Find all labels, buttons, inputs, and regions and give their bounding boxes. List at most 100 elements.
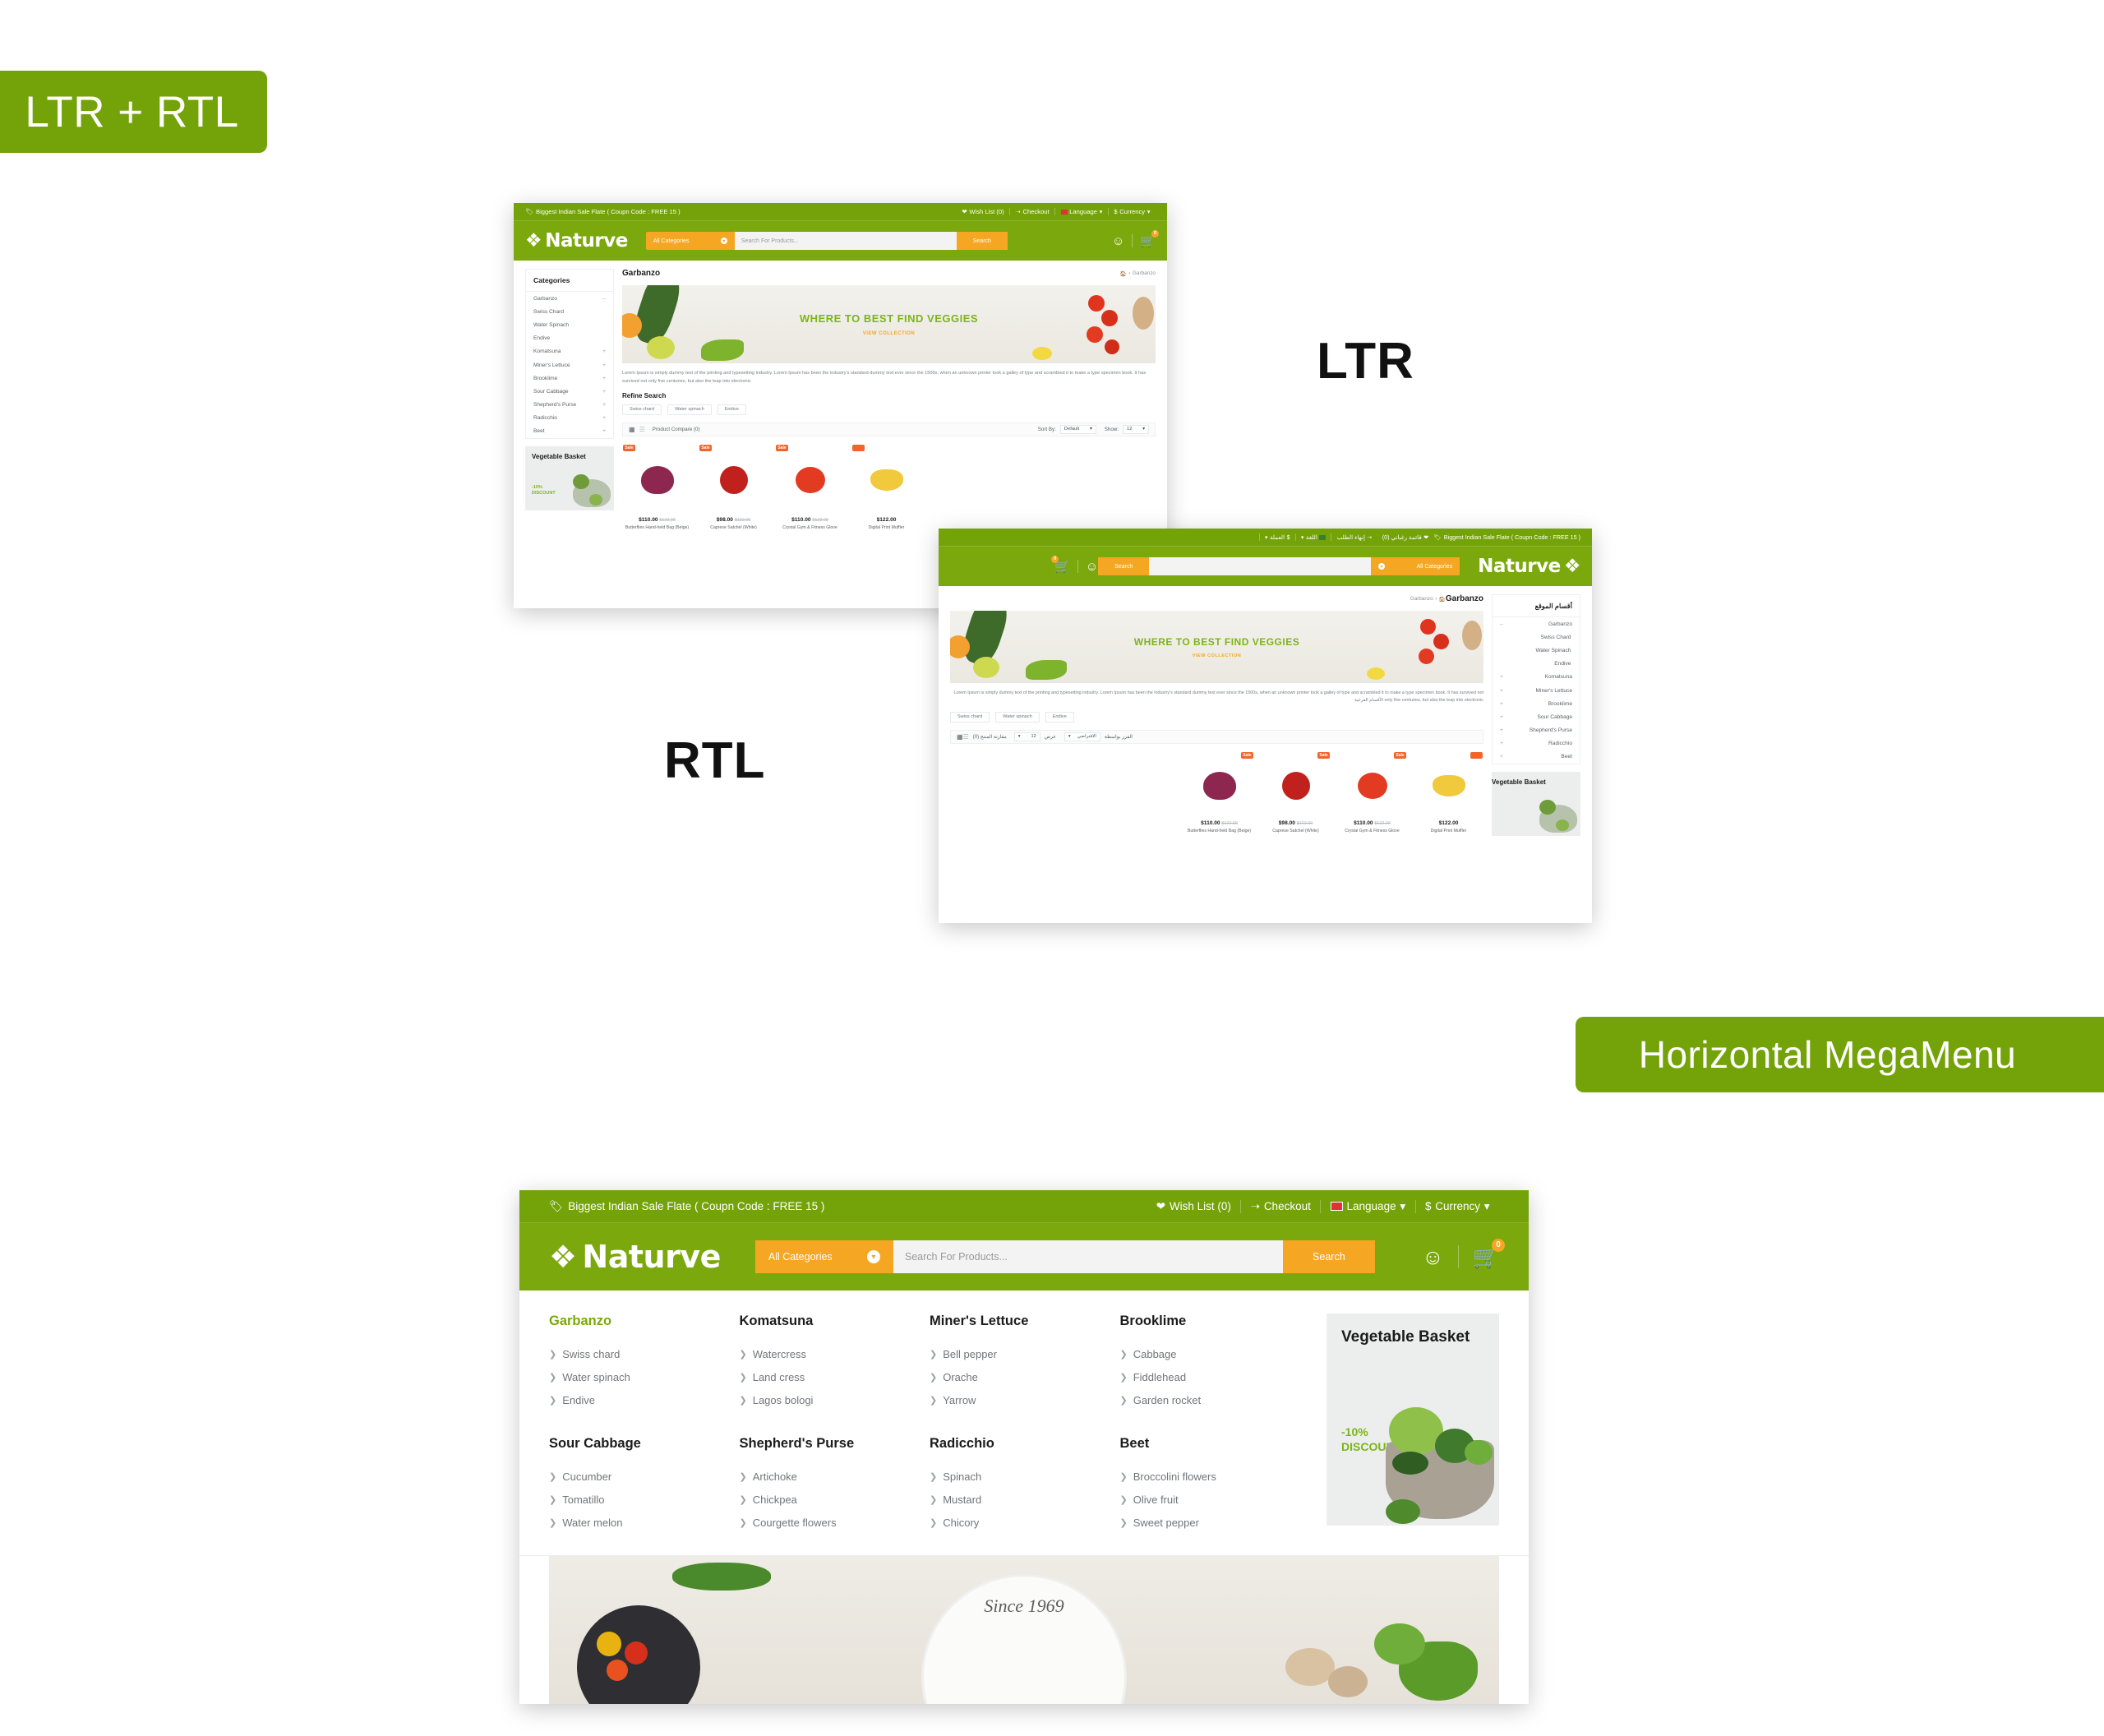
megamenu-heading[interactable]: Komatsuna [740, 1314, 930, 1329]
megamenu-item[interactable]: ❯ Yarrow [930, 1388, 1120, 1411]
megamenu-item[interactable]: ❯ Broccolini flowers [1120, 1465, 1311, 1488]
product-card[interactable]: Sale $122.00 $98.00 Caprese Satchel (Whi… [1261, 750, 1331, 833]
product-card[interactable]: Sale $110.00 $122.00 Butterflies Hand-he… [622, 443, 692, 530]
rtl-banner-cta[interactable]: VIEW COLLECTION [1193, 653, 1242, 658]
home-icon[interactable]: 🏠 [1439, 596, 1446, 603]
megamenu-item[interactable]: ❯ Sweet pepper [1120, 1511, 1311, 1534]
sidebar-item-brooklime[interactable]: Brooklime + [1493, 697, 1580, 710]
mega-category-select[interactable]: All Categories ▾ [754, 1240, 893, 1273]
megamenu-item[interactable]: ❯ Bell pepper [930, 1342, 1120, 1365]
rtl-search-input[interactable] [1149, 557, 1372, 575]
mega-basket-banner[interactable]: Vegetable Basket -10% DISCOUNT [1327, 1314, 1499, 1526]
refine-chip[interactable]: Endive [1045, 711, 1074, 723]
product-card[interactable]: Sale $122.00 $110.00 Crystal Gym & Fitne… [1337, 750, 1407, 833]
megamenu-item[interactable]: ❯ Watercress [740, 1342, 930, 1365]
account-icon[interactable]: ☺ [1086, 560, 1098, 574]
product-card[interactable]: Sale $98.00 $122.00 Caprese Satchel (Whi… [699, 443, 768, 530]
expand-icon[interactable]: + [602, 376, 606, 381]
ltr-basket-banner[interactable]: Vegetable Basket -10% DISCOUNT [525, 446, 614, 511]
mega-checkout-link[interactable]: ➝ Checkout [1240, 1199, 1320, 1213]
account-icon[interactable]: ☺ [1112, 234, 1124, 248]
megamenu-item[interactable]: ❯ Endive [549, 1388, 740, 1411]
collapse-icon[interactable]: – [1500, 621, 1503, 627]
product-card[interactable]: Sale $110.00 $122.00 Crystal Gym & Fitne… [775, 443, 845, 530]
sidebar-item-miners-lettuce[interactable]: Miner's Lettuce + [1493, 684, 1580, 697]
product-card[interactable]: $122.00 Digital Print Muffler [851, 443, 921, 530]
sidebar-item-komatsuna[interactable]: Komatsuna + [1493, 671, 1580, 684]
ltr-search-button[interactable]: Search [956, 232, 1008, 250]
product-card[interactable]: Sale $122.00 $110.00 Butterflies Hand-he… [1184, 750, 1254, 833]
sidebar-item-shepherds-purse[interactable]: Shepherd's Purse + [526, 399, 613, 412]
megamenu-heading[interactable]: Radicchio [930, 1436, 1120, 1452]
sidebar-item-endive[interactable]: Endive [1493, 658, 1580, 671]
expand-icon[interactable]: + [1500, 741, 1503, 746]
rtl-basket-banner[interactable]: Vegetable Basket -10% DISCOUNT [1492, 772, 1580, 837]
expand-icon[interactable]: + [1500, 688, 1503, 694]
megamenu-item[interactable]: ❯ Olive fruit [1120, 1488, 1311, 1511]
ltr-cart-button[interactable]: 🛒 0 [1140, 229, 1159, 249]
sidebar-item-komatsuna[interactable]: Komatsuna + [526, 345, 613, 358]
product-card[interactable]: $122.00 Digital Print Muffler [1414, 750, 1483, 833]
account-icon[interactable]: ☺ [1422, 1244, 1444, 1270]
megamenu-item[interactable]: ❯ Courgette flowers [740, 1511, 930, 1534]
mega-cart-button[interactable]: 🛒 0 [1473, 1238, 1505, 1270]
refine-chip[interactable]: Water spinach [667, 404, 712, 415]
rtl-language-select[interactable]: اللغة ▾ [1294, 533, 1331, 541]
megamenu-heading[interactable]: Beet [1120, 1436, 1311, 1452]
mega-search-button[interactable]: Search [1282, 1240, 1375, 1273]
ltr-logo[interactable]: ❖ Naturve [525, 230, 628, 252]
megamenu-item[interactable]: ❯ Tomatillo [549, 1488, 740, 1511]
mega-currency-select[interactable]: $ Currency ▾ [1414, 1199, 1499, 1213]
megamenu-item[interactable]: ❯ Water melon [549, 1511, 740, 1534]
expand-icon[interactable]: + [1500, 701, 1503, 707]
expand-icon[interactable]: + [1500, 674, 1503, 680]
collapse-icon[interactable]: – [602, 296, 606, 302]
refine-chip[interactable]: Swiss chard [622, 404, 662, 415]
sidebar-item-beet[interactable]: Beet + [1493, 750, 1580, 764]
rtl-sort-select[interactable]: الافتراضي ▾ [1064, 732, 1100, 741]
ltr-search-input[interactable]: Search For Products... [734, 232, 957, 250]
expand-icon[interactable]: + [602, 349, 606, 354]
rtl-wishlist-link[interactable]: ❤ قائمة رغباتي (0) [1377, 533, 1434, 541]
megamenu-item[interactable]: ❯ Spinach [930, 1465, 1120, 1488]
ltr-checkout-link[interactable]: ➝ Checkout [1009, 208, 1054, 215]
megamenu-item[interactable]: ❯ Fiddlehead [1120, 1365, 1311, 1388]
sidebar-item-radicchio[interactable]: Radicchio + [1493, 737, 1580, 750]
expand-icon[interactable]: + [602, 389, 606, 395]
expand-icon[interactable]: + [602, 415, 606, 421]
expand-icon[interactable]: + [602, 362, 606, 368]
ltr-currency-select[interactable]: $ Currency ▾ [1107, 208, 1156, 215]
megamenu-item[interactable]: ❯ Land cress [740, 1365, 930, 1388]
megamenu-item[interactable]: ❯ Cucumber [549, 1465, 740, 1488]
refine-chip[interactable]: Water spinach [995, 711, 1040, 723]
home-icon[interactable]: 🏠 [1120, 270, 1127, 277]
mega-search-input[interactable]: Search For Products... [893, 1240, 1283, 1273]
megamenu-heading[interactable]: Shepherd's Purse [740, 1436, 930, 1452]
ltr-compare-label[interactable]: Product Compare (0) [653, 427, 700, 432]
sidebar-item-swiss-chard[interactable]: Swiss Chard [1493, 630, 1580, 644]
rtl-show-select[interactable]: 12 ▾ [1013, 732, 1040, 741]
rtl-search-button[interactable]: Search [1098, 557, 1150, 575]
megamenu-heading[interactable]: Garbanzo [549, 1314, 740, 1329]
ltr-show-select[interactable]: 12 ▾ [1123, 424, 1149, 434]
rtl-cart-button[interactable]: 🛒 0 [1051, 555, 1070, 575]
megamenu-item[interactable]: ❯ Water spinach [549, 1365, 740, 1388]
grid-view-icon[interactable]: ▦ [629, 426, 635, 433]
sidebar-item-swiss-chard[interactable]: Swiss Chard [526, 305, 613, 318]
megamenu-item[interactable]: ❯ Artichoke [740, 1465, 930, 1488]
sidebar-item-water-spinach[interactable]: Water Spinach [1493, 644, 1580, 657]
sidebar-item-sour-cabbage[interactable]: Sour Cabbage + [1493, 710, 1580, 723]
sidebar-item-sour-cabbage[interactable]: Sour Cabbage + [526, 385, 613, 398]
ltr-sort-select[interactable]: Default ▾ [1059, 424, 1096, 434]
rtl-currency-select[interactable]: $ العملة ▾ [1258, 533, 1295, 541]
ltr-language-select[interactable]: Language ▾ [1054, 208, 1108, 215]
megamenu-item[interactable]: ❯ Chicory [930, 1511, 1120, 1534]
megamenu-item[interactable]: ❯ Chickpea [740, 1488, 930, 1511]
megamenu-item[interactable]: ❯ Lagos bologi [740, 1388, 930, 1411]
expand-icon[interactable]: + [1500, 727, 1503, 733]
rtl-logo[interactable]: ❖ Naturve [1478, 556, 1580, 577]
grid-view-icon[interactable]: ▦ [957, 733, 963, 741]
rtl-category-select[interactable]: All Categories ▾ [1371, 557, 1460, 575]
sidebar-item-endive[interactable]: Endive [526, 332, 613, 345]
expand-icon[interactable]: + [602, 402, 606, 408]
